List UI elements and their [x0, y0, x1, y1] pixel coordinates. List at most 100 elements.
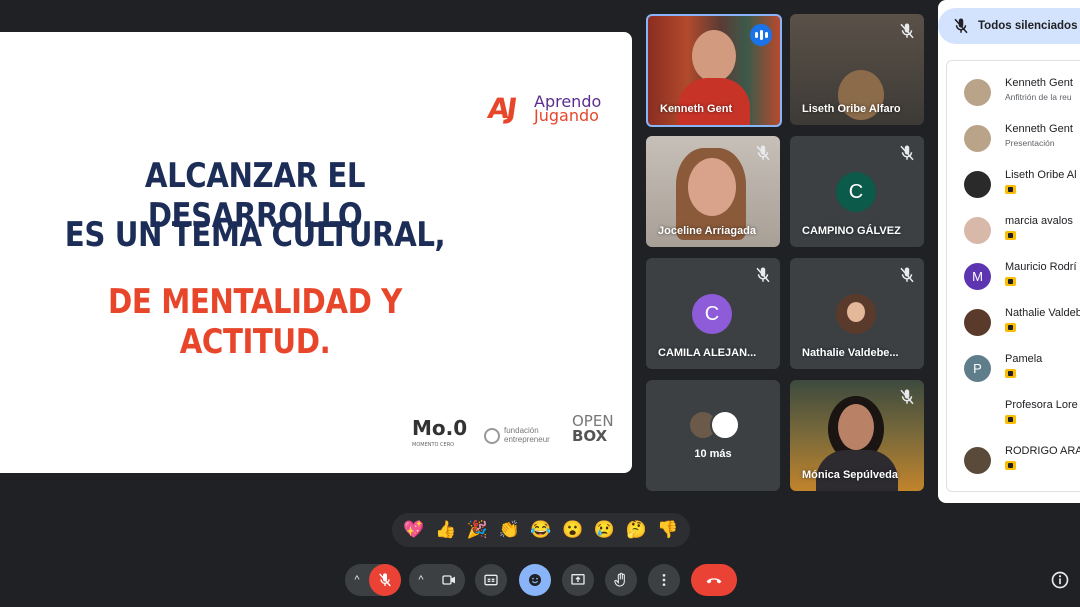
- avatar: [710, 410, 740, 440]
- fundacion-line1: fundación: [504, 426, 539, 435]
- reaction-clap[interactable]: 👏: [497, 520, 521, 540]
- mic-off-icon: [954, 18, 968, 34]
- tile-name: CAMPINO GÁLVEZ: [802, 225, 901, 237]
- chevron-up-icon[interactable]: ^: [345, 564, 369, 596]
- more-participants-avatars: [688, 410, 748, 440]
- avatar: [964, 447, 991, 474]
- avatar: P: [964, 355, 991, 382]
- reaction-sad[interactable]: 😢: [592, 520, 616, 540]
- participant-tile-liseth[interactable]: Liseth Oribe Alfaro: [790, 14, 924, 125]
- captions-button[interactable]: [475, 564, 507, 596]
- participant-role: Presentación: [1005, 138, 1055, 148]
- mic-off-icon: [756, 267, 770, 283]
- aj-logo-mark: AJ: [485, 92, 517, 125]
- more-participants-tile[interactable]: 10 más: [646, 380, 780, 491]
- avatar: C: [836, 172, 876, 212]
- chevron-up-icon[interactable]: ^: [409, 564, 433, 596]
- participant-role: Anfitrión de la reu: [1005, 92, 1072, 102]
- presentation-badge-icon: [1005, 461, 1016, 470]
- momento-cero-logo: Mo.0 MOMENTO CERO: [412, 416, 468, 448]
- tile-name: Nathalie Valdebe...: [802, 347, 899, 359]
- presentation-badge-icon: [1005, 415, 1016, 424]
- mic-off-icon: [900, 145, 914, 161]
- participants-panel: Todos silenciados Kenneth Gent Anfitrión…: [938, 0, 1080, 503]
- participant-video-face: [688, 158, 736, 216]
- participant-row[interactable]: M Mauricio Rodrí: [947, 257, 1080, 303]
- tile-name: Liseth Oribe Alfaro: [802, 103, 901, 115]
- mic-toggle-button[interactable]: [369, 564, 401, 596]
- avatar: [836, 294, 876, 334]
- participant-name: Nathalie Valdeb: [1005, 307, 1080, 319]
- presentation-badge-icon: [1005, 277, 1016, 286]
- reaction-thumbs-down[interactable]: 👎: [656, 520, 680, 540]
- leave-call-button[interactable]: [691, 564, 737, 596]
- tile-name: Joceline Arriagada: [658, 225, 757, 237]
- presentation-badge-icon: [1005, 369, 1016, 378]
- avatar: [964, 217, 991, 244]
- info-icon[interactable]: [1050, 570, 1070, 590]
- participant-row[interactable]: Kenneth Gent Anfitrión de la reu: [947, 73, 1080, 119]
- brand-word-2: Jugando: [534, 106, 599, 125]
- participant-row[interactable]: RODRIGO ARA: [947, 441, 1080, 487]
- reaction-thumbs-up[interactable]: 👍: [434, 520, 458, 540]
- fundacion-line2: entrepreneur: [504, 435, 550, 444]
- participant-tile-kenneth[interactable]: Kenneth Gent: [646, 14, 782, 127]
- camera-control-group: ^: [409, 564, 465, 596]
- more-vert-icon: [662, 574, 666, 586]
- reaction-laugh[interactable]: 😂: [529, 520, 553, 540]
- participant-row[interactable]: Nathalie Valdeb: [947, 303, 1080, 349]
- participant-row[interactable]: Kenneth Gent Presentación: [947, 119, 1080, 165]
- presentation-badge-icon: [1005, 231, 1016, 240]
- participants-list: Kenneth Gent Anfitrión de la reu Kenneth…: [946, 60, 1080, 492]
- avatar: [964, 125, 991, 152]
- reaction-thinking[interactable]: 🤔: [624, 520, 648, 540]
- speaking-indicator-icon: [750, 24, 772, 46]
- participant-row[interactable]: Profesora Lore: [947, 395, 1080, 441]
- more-options-button[interactable]: [648, 564, 680, 596]
- avatar: M: [964, 263, 991, 290]
- participant-tile-monica[interactable]: Mónica Sepúlveda: [790, 380, 924, 491]
- participant-name: Kenneth Gent: [1005, 123, 1073, 135]
- avatar: [964, 401, 991, 428]
- camera-toggle-button[interactable]: [433, 564, 465, 596]
- participant-row[interactable]: Liseth Oribe Al: [947, 165, 1080, 211]
- participant-row[interactable]: marcia avalos: [947, 211, 1080, 257]
- reaction-heart[interactable]: 💖: [402, 520, 426, 540]
- participant-name: Liseth Oribe Al: [1005, 169, 1077, 181]
- reactions-button[interactable]: [519, 564, 551, 596]
- emoji-icon: [529, 574, 541, 586]
- mute-all-button[interactable]: Todos silenciados: [938, 8, 1080, 44]
- reaction-surprised[interactable]: 😮: [561, 520, 585, 540]
- hand-icon: [614, 572, 625, 587]
- participant-tile-camila[interactable]: C CAMILA ALEJAN...: [646, 258, 780, 369]
- presentation-badge-icon: [1005, 185, 1016, 194]
- participant-tile-campino[interactable]: C CAMPINO GÁLVEZ: [790, 136, 924, 247]
- raise-hand-button[interactable]: [605, 564, 637, 596]
- participant-name: Profesora Lore: [1005, 399, 1078, 411]
- tile-name: Kenneth Gent: [660, 103, 733, 115]
- participant-tile-nathalie[interactable]: Nathalie Valdebe...: [790, 258, 924, 369]
- mic-off-icon: [900, 267, 914, 283]
- participant-video-face: [838, 404, 874, 450]
- avatar: C: [692, 294, 732, 334]
- participant-name: Kenneth Gent: [1005, 77, 1073, 89]
- reaction-party[interactable]: 🎉: [465, 520, 489, 540]
- momento-cero-logo-sub: MOMENTO CERO: [412, 442, 455, 448]
- present-screen-button[interactable]: [562, 564, 594, 596]
- open-box-logo: OPEN BOX: [572, 414, 614, 444]
- fundacion-entrepreneur-logo: fundación entrepreneur: [504, 426, 550, 444]
- participant-tile-joceline[interactable]: Joceline Arriagada: [646, 136, 780, 247]
- participant-name: Mauricio Rodrí: [1005, 261, 1077, 273]
- avatar: [964, 309, 991, 336]
- more-participants-label: 10 más: [694, 448, 732, 460]
- hang-up-icon: [706, 578, 722, 584]
- momento-cero-logo-text: Mo.0: [412, 416, 468, 440]
- present-screen-icon: [571, 574, 585, 585]
- reactions-bar: 💖 👍 🎉 👏 😂 😮 😢 🤔 👎: [392, 513, 690, 547]
- participant-name: marcia avalos: [1005, 215, 1073, 227]
- mute-all-label: Todos silenciados: [978, 20, 1078, 32]
- participant-row[interactable]: P Pamela: [947, 349, 1080, 395]
- avatar: [964, 171, 991, 198]
- presentation-badge-icon: [1005, 323, 1016, 332]
- tile-name: CAMILA ALEJAN...: [658, 347, 757, 359]
